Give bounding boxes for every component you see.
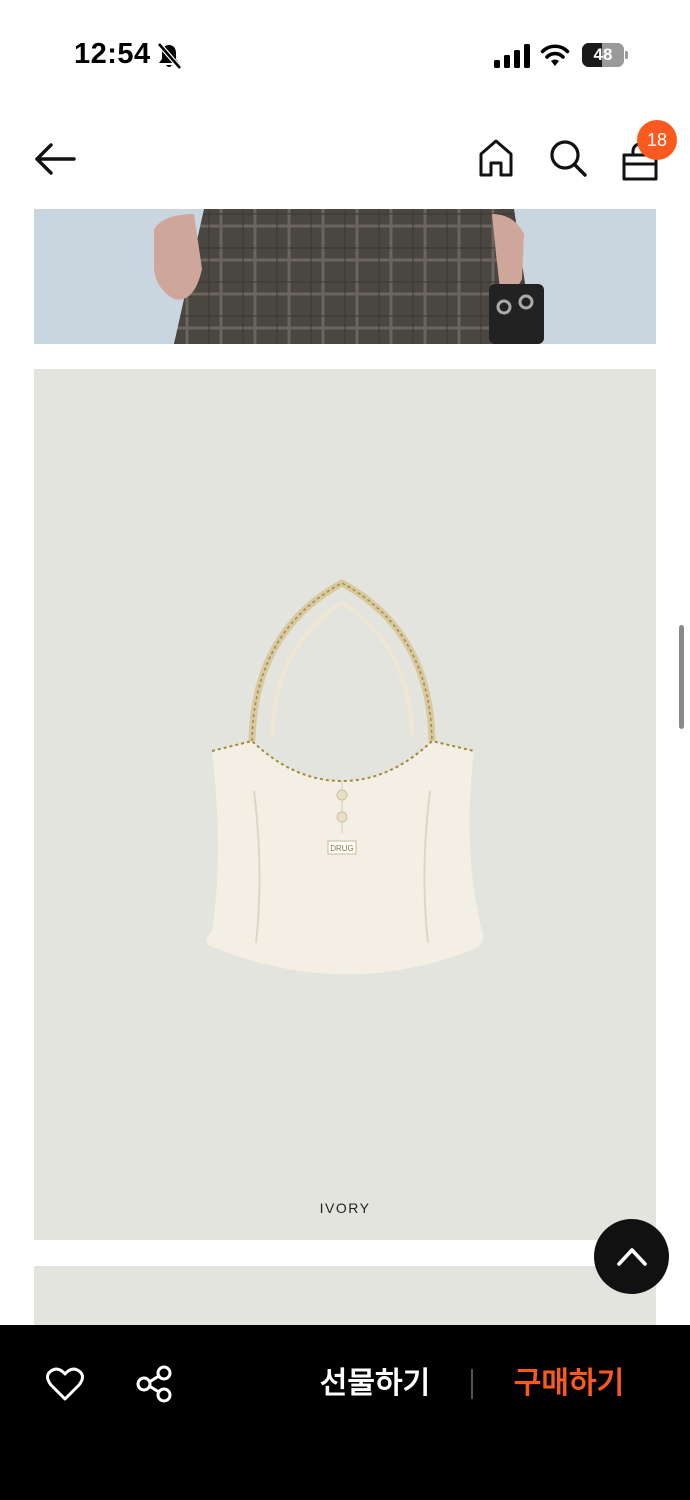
bell-slash-icon [157,42,182,70]
bottom-action-bar: 선물하기 구매하기 [0,1325,690,1500]
battery-cap [625,51,628,59]
battery-level: 48 [593,45,613,64]
nav-header: 18 [0,110,690,210]
status-bar: 12:54 48 [0,0,690,110]
battery-icon: 48 [582,43,628,67]
back-arrow-icon[interactable] [34,142,76,176]
divider [471,1369,473,1399]
home-icon[interactable] [477,138,515,178]
halter-top-image: DRUG [206,579,483,975]
scrollbar[interactable] [679,625,684,729]
status-time: 12:54 [74,38,151,70]
share-icon[interactable] [135,1365,173,1403]
heart-icon[interactable] [46,1366,84,1402]
garment-tag: DRUG [330,844,354,853]
buy-button[interactable]: 구매하기 [494,1361,644,1407]
product-detail-photo [34,209,656,344]
cart-button[interactable]: 18 [620,120,677,182]
chevron-up-icon [617,1248,647,1266]
search-icon[interactable] [548,138,588,178]
gift-button[interactable]: 선물하기 [300,1361,450,1407]
cart-count-badge: 18 [637,120,677,160]
model-photo-illustration [34,209,656,344]
scroll-to-top-button[interactable] [594,1219,669,1294]
product-image-card: DRUG IVORY [34,369,656,1240]
cellular-signal-icon [494,44,530,68]
color-caption: IVORY [319,1200,371,1216]
wifi-icon [540,44,570,66]
